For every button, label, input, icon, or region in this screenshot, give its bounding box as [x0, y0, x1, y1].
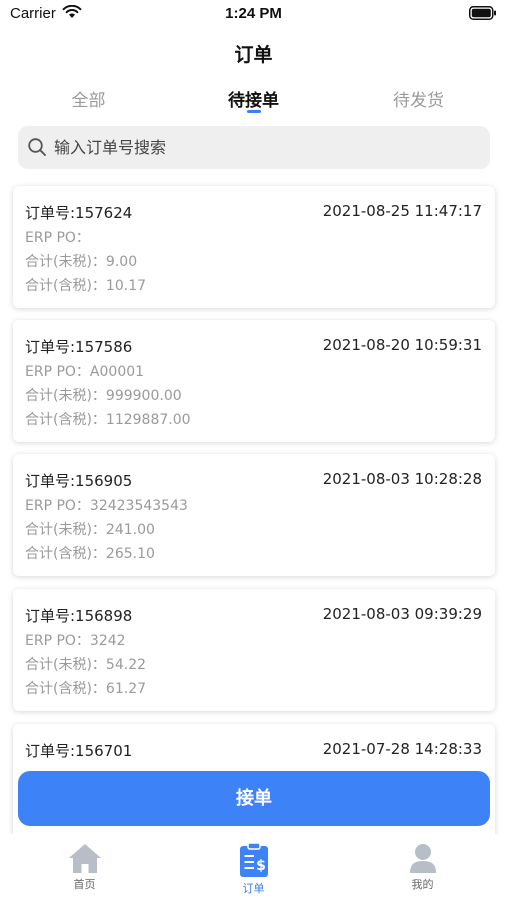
tab-pending-ship[interactable]: 待发货 — [334, 86, 503, 111]
total-incl-tax: 合计(含税)：265.10 — [25, 546, 155, 562]
total-excl-tax: 合计(未税)：54.22 — [25, 657, 147, 673]
tabbar-home[interactable]: 首页 — [0, 842, 169, 900]
profile-icon — [409, 844, 436, 873]
tab-all[interactable]: 全部 — [4, 86, 173, 111]
order-number: 订单号:157624 — [25, 204, 133, 222]
page-title: 订单 — [234, 44, 273, 66]
order-time: 2021-08-20 10:59:31 — [322, 336, 482, 354]
tab-pending-accept[interactable]: 待接单 — [169, 86, 338, 111]
order-time: 2021-07-28 14:28:33 — [322, 740, 482, 758]
erp-po: ERP PO：3242 — [25, 633, 126, 649]
order-number: 订单号:156898 — [25, 607, 133, 625]
search-bar — [18, 126, 490, 169]
order-time: 2021-08-03 09:39:29 — [322, 605, 482, 623]
order-number: 订单号:156701 — [25, 742, 133, 760]
erp-po: ERP PO：32423543543 — [25, 498, 188, 514]
order-card[interactable]: 订单号:156905 2021-08-03 10:28:28 ERP PO：32… — [13, 454, 495, 576]
order-number: 订单号:156905 — [25, 472, 133, 490]
search-icon — [28, 138, 46, 156]
erp-po: ERP PO： — [25, 230, 90, 246]
battery-icon — [469, 6, 496, 20]
total-incl-tax: 合计(含税)：10.17 — [25, 278, 147, 294]
search-input[interactable] — [54, 126, 474, 169]
tabbar-profile[interactable]: 我的 — [338, 842, 507, 900]
svg-text:$: $ — [256, 858, 266, 874]
tabbar-orders-label: 订单 — [242, 882, 265, 895]
order-card[interactable]: 订单号:157624 2021-08-25 11:47:17 ERP PO： 合… — [13, 186, 495, 308]
order-card[interactable]: 订单号:156898 2021-08-03 09:39:29 ERP PO：32… — [13, 589, 495, 711]
tabbar-home-label: 首页 — [73, 878, 96, 891]
tabbar-profile-label: 我的 — [411, 878, 434, 891]
bottom-tab-bar: 首页 $ 订单 我的 — [0, 834, 507, 900]
erp-po: ERP PO：A00001 — [25, 364, 145, 380]
order-status-tabs: 全部 待接单 待发货 — [0, 86, 507, 118]
order-number: 订单号:157586 — [25, 338, 133, 356]
active-tab-indicator — [247, 110, 261, 113]
total-excl-tax: 合计(未税)：9.00 — [25, 254, 138, 270]
total-excl-tax: 合计(未税)：999900.00 — [25, 388, 182, 404]
total-incl-tax: 合计(含税)：1129887.00 — [25, 412, 191, 428]
total-excl-tax: 合计(未税)：241.00 — [25, 522, 155, 538]
accept-order-button[interactable]: 接单 — [18, 771, 490, 826]
order-icon: $ — [239, 842, 268, 877]
home-icon — [68, 844, 101, 873]
order-time: 2021-08-25 11:47:17 — [322, 202, 482, 220]
total-incl-tax: 合计(含税)：61.27 — [25, 681, 147, 697]
status-bar: Carrier 1:24 PM — [0, 0, 507, 28]
order-card[interactable]: 订单号:157586 2021-08-20 10:59:31 ERP PO：A0… — [13, 320, 495, 442]
status-time: 1:24 PM — [225, 5, 282, 22]
order-time: 2021-08-03 10:28:28 — [322, 470, 482, 488]
tabbar-orders[interactable]: $ 订单 — [169, 842, 338, 900]
